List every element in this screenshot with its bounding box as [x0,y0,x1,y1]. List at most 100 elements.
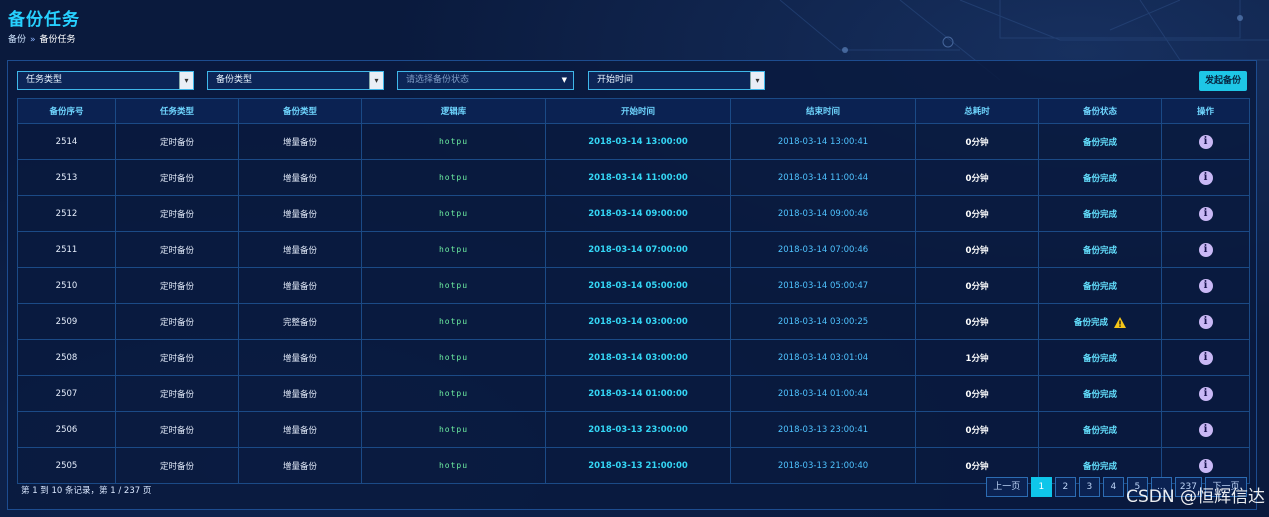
duration-cell-text: 0分钟 [965,173,989,184]
info-icon[interactable]: i [1198,350,1213,365]
backup-type-cell-text: 增量备份 [282,137,317,148]
info-icon[interactable]: i [1198,206,1213,221]
start-time-cell: 2018-03-14 13:00:00 [545,123,731,160]
backup-task-panel: 任务类型 ▾ 备份类型 ▾ 请选择备份状态 ▼ 开始时间 ▾ 发起备份 备份序号… [7,60,1257,510]
prev-page-button[interactable]: 上一页 [985,477,1028,497]
backup-status-cell: 备份完成 [1038,159,1162,196]
page-title: 备份任务 [8,10,80,30]
duration-cell: 0分钟 [915,123,1039,160]
table-row: 2507 定时备份 增量备份 hotpu 2018-03-14 01:00:00 2018… [17,375,1250,412]
end-time-cell-text: 2018-03-13 21:00:40 [777,460,869,471]
chevron-down-icon: ▾ [179,72,193,89]
start-time-select[interactable]: 开始时间 ▾ [588,71,765,90]
backup-id-cell: 2514 [17,123,116,160]
info-icon[interactable]: i [1198,422,1213,437]
backup-type-cell: 增量备份 [238,267,362,304]
backup-status-cell-text: 备份完成 [1082,389,1117,400]
logic-db-cell-text: hotpu [438,281,469,290]
breadcrumb-root[interactable]: 备份 [8,35,26,45]
task-type-select[interactable]: 任务类型 ▾ [17,71,194,90]
action-cell: i [1161,303,1250,340]
backup-status-cell: 备份完成 [1038,195,1162,232]
table-row: 2511 定时备份 增量备份 hotpu 2018-03-14 07:00:00 2018… [17,231,1250,268]
backup-type-select[interactable]: 备份类型 ▾ [207,71,384,90]
backup-status-placeholder: 请选择备份状态 [406,75,470,85]
column-header: 总耗时 [915,98,1039,124]
table-row: 2509 定时备份 完整备份 hotpu 2018-03-14 03:00:00 2018… [17,303,1250,340]
page-button[interactable]: 4 [1102,477,1124,497]
action-cell: i [1161,411,1250,448]
backup-type-cell: 增量备份 [238,375,362,412]
info-icon[interactable]: i [1198,170,1213,185]
backup-status-cell-text: 备份完成 [1082,245,1117,256]
backup-id-cell: 2511 [17,231,116,268]
logic-db-cell: hotpu [361,195,546,232]
duration-cell: 0分钟 [915,411,1039,448]
start-time-cell: 2018-03-14 03:00:00 [545,339,731,376]
start-time-cell-text: 2018-03-14 03:00:00 [588,316,688,327]
end-time-cell: 2018-03-14 03:01:04 [730,339,916,376]
task-type-cell: 定时备份 [115,411,239,448]
duration-cell: 0分钟 [915,303,1039,340]
backup-id-cell: 2512 [17,195,116,232]
backup-type-cell-text: 增量备份 [282,245,317,256]
chevron-down-icon: ▾ [369,72,383,89]
logic-db-cell-text: hotpu [438,353,469,362]
backup-status-cell: 备份完成 [1038,339,1162,376]
backup-status-select[interactable]: 请选择备份状态 ▼ [397,71,574,90]
logic-db-cell: hotpu [361,159,546,196]
duration-cell-text: 0分钟 [965,317,989,328]
task-type-cell: 定时备份 [115,303,239,340]
info-icon[interactable]: i [1198,386,1213,401]
column-header: 备份序号 [17,98,116,124]
logic-db-cell: hotpu [361,123,546,160]
info-icon[interactable]: i [1198,278,1213,293]
page-button[interactable]: 3 [1078,477,1100,497]
backup-id-cell: 2508 [17,339,116,376]
table-row: 2506 定时备份 增量备份 hotpu 2018-03-13 23:00:00 2018… [17,411,1250,448]
info-icon[interactable]: i [1198,134,1213,149]
backup-type-cell-text: 增量备份 [282,461,317,472]
duration-cell: 0分钟 [915,267,1039,304]
info-icon[interactable]: i [1198,242,1213,257]
end-time-cell: 2018-03-14 07:00:46 [730,231,916,268]
task-type-cell: 定时备份 [115,195,239,232]
start-time-cell: 2018-03-14 09:00:00 [545,195,731,232]
table-row: 2514 定时备份 增量备份 hotpu 2018-03-14 13:00:00 2018… [17,123,1250,160]
info-icon[interactable]: i [1198,314,1213,329]
table-row: 2513 定时备份 增量备份 hotpu 2018-03-14 11:00:00 2018… [17,159,1250,196]
page-button[interactable]: 2 [1054,477,1076,497]
start-time-cell-text: 2018-03-14 13:00:00 [588,136,688,147]
backup-type-cell-text: 完整备份 [282,317,317,328]
logic-db-cell-text: hotpu [438,425,469,434]
backup-id-cell-text: 2508 [55,352,78,363]
start-backup-button[interactable]: 发起备份 [1199,71,1247,91]
end-time-cell: 2018-03-13 23:00:41 [730,411,916,448]
duration-cell-text: 1分钟 [965,353,989,364]
task-type-cell-text: 定时备份 [159,281,194,292]
backup-type-cell-text: 增量备份 [282,425,317,436]
column-header: 备份状态 [1038,98,1162,124]
end-time-cell: 2018-03-14 05:00:47 [730,267,916,304]
duration-cell-text: 0分钟 [965,425,989,436]
task-type-cell: 定时备份 [115,447,239,484]
info-icon[interactable]: i [1198,458,1213,473]
backup-type-cell: 完整备份 [238,303,362,340]
backup-id-cell: 2506 [17,411,116,448]
end-time-cell-text: 2018-03-14 03:00:25 [777,316,869,327]
start-time-cell-text: 2018-03-14 09:00:00 [588,208,688,219]
backup-status-cell-text: 备份完成 [1082,461,1117,472]
backup-id-cell: 2507 [17,375,116,412]
logic-db-cell: hotpu [361,303,546,340]
backup-id-cell: 2509 [17,303,116,340]
table-header-row: 备份序号 任务类型 备份类型 逻辑库 开始时间 结束时间 总耗时 备份状态 操作 [17,98,1250,124]
backup-type-cell: 增量备份 [238,411,362,448]
task-type-cell-text: 定时备份 [159,353,194,364]
task-type-cell: 定时备份 [115,267,239,304]
table-row: 2510 定时备份 增量备份 hotpu 2018-03-14 05:00:00 2018… [17,267,1250,304]
backup-type-cell-text: 增量备份 [282,281,317,292]
task-type-cell-text: 定时备份 [159,425,194,436]
page-button[interactable]: 1 [1030,477,1052,497]
backup-status-cell-text: 备份完成 [1082,425,1117,436]
table-row: 2508 定时备份 增量备份 hotpu 2018-03-14 03:00:00 2018… [17,339,1250,376]
